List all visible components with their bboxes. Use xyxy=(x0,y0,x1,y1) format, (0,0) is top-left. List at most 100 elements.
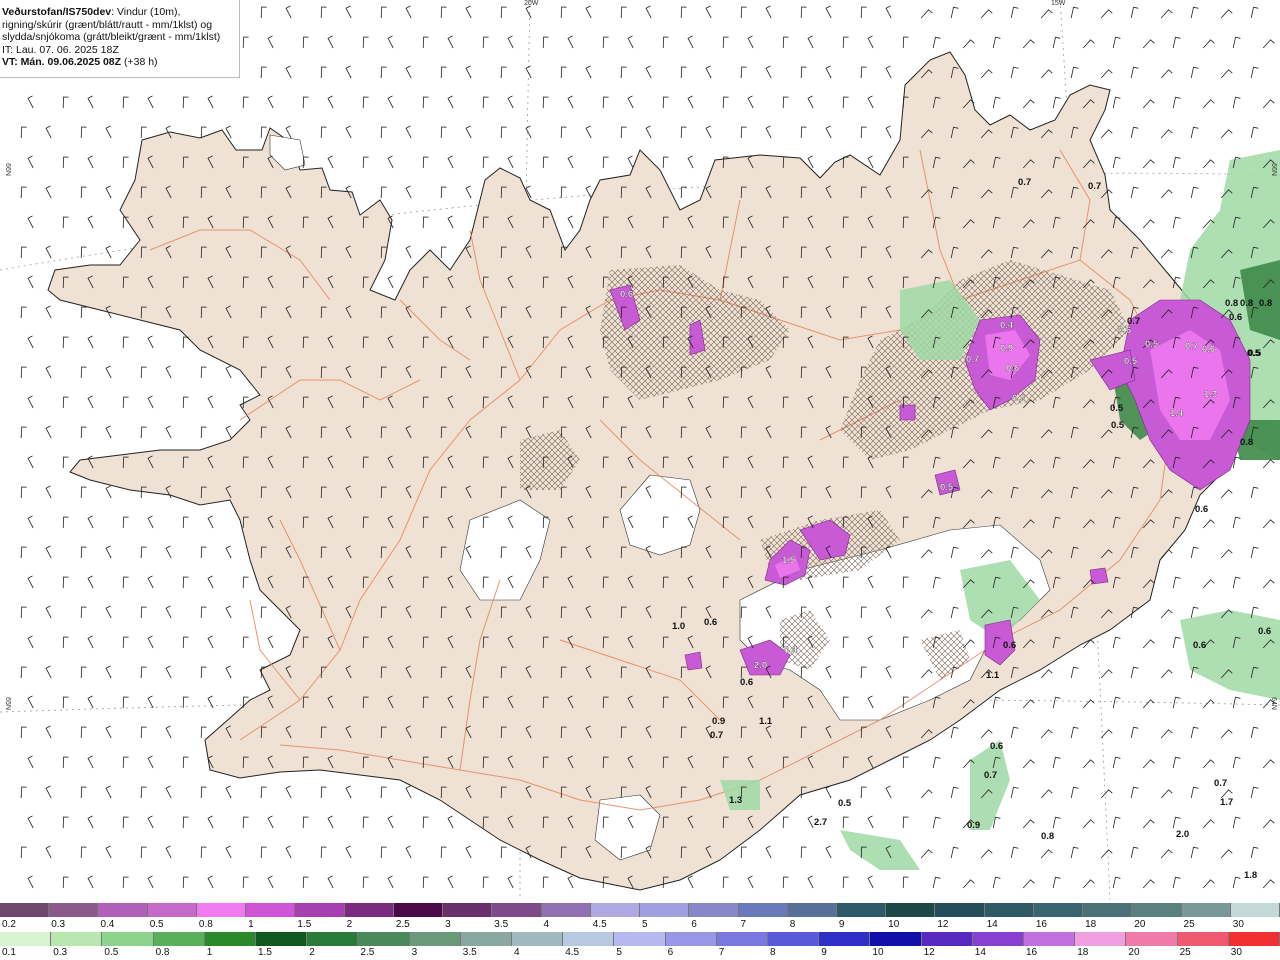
legend-swatch xyxy=(787,903,837,917)
legend-swatch xyxy=(935,903,985,917)
precip-value-label: 0.8 xyxy=(1259,298,1272,309)
legend-tick-label: 3.5 xyxy=(494,919,509,930)
precip-value-label: 1.7 xyxy=(1220,797,1233,808)
precip-value-label: 0.9 xyxy=(967,820,980,831)
legend-swatch xyxy=(689,903,739,917)
header-valid-time: VT: Mán. 09.06.2025 08Z xyxy=(2,56,122,68)
precip-value-label: 1.3 xyxy=(1204,389,1217,400)
grid-label-15w: 15W xyxy=(1051,0,1066,7)
precip-value-label: 0.7 xyxy=(1088,181,1101,192)
legend-tick-label: 16 xyxy=(1035,919,1047,930)
legend-swatch xyxy=(870,932,922,946)
legend-swatch xyxy=(819,932,871,946)
precip-value-label: 0.7 xyxy=(1214,778,1227,789)
legend-swatch xyxy=(563,932,615,946)
legend-tick-label: 18 xyxy=(1077,947,1089,958)
legend-swatch xyxy=(541,903,591,917)
legend-tick-label: 7 xyxy=(740,919,747,930)
precip-value-label: 0.7 xyxy=(1018,177,1031,188)
legend-swatch xyxy=(921,932,973,946)
precip-value-label: 1.4 xyxy=(1170,408,1184,419)
precip-value-label: 0.5 xyxy=(940,482,954,493)
legend-tick-label: 2 xyxy=(346,919,353,930)
legend-tick-label: 3 xyxy=(411,947,418,958)
precip-value-label: 0.7 xyxy=(710,730,723,741)
legend-swatch xyxy=(614,932,666,946)
legend-swatch xyxy=(98,903,148,917)
legend-tick-label: 30 xyxy=(1230,947,1242,958)
legend-swatch xyxy=(512,932,564,946)
legend-tick-label: 8 xyxy=(770,947,776,958)
legend-tick-label: 2 xyxy=(309,947,315,958)
legend-tick-label: 4.5 xyxy=(592,919,607,930)
precip-value-label: 0.6 xyxy=(1202,344,1215,355)
precip-value-label: 0.7 xyxy=(984,770,997,781)
precip-value-label: 0.8 xyxy=(1240,437,1253,448)
legend-swatch xyxy=(640,903,690,917)
legend-tick-label: 10 xyxy=(872,947,884,958)
legend-swatch xyxy=(204,932,257,946)
precip-value-label: 0.6 xyxy=(1006,363,1019,374)
legend-swatch xyxy=(393,903,444,917)
precip-value-label: 2.7 xyxy=(814,817,827,828)
legend-tick-label: 0.5 xyxy=(104,947,119,958)
legend-swatch xyxy=(972,932,1025,946)
precip-value-label: 0.7 xyxy=(966,354,979,365)
legend-swatch xyxy=(836,903,887,917)
legend-swatch xyxy=(1177,932,1229,946)
legend-swatch xyxy=(0,903,50,917)
precip-value-label: 0.6 xyxy=(990,741,1003,752)
legend-swatch xyxy=(768,932,820,946)
legend-tick-label: 0.3 xyxy=(53,947,68,958)
header-init-time: IT: Lau. 07. 06. 2025 18Z xyxy=(2,43,119,56)
legend-swatch xyxy=(295,903,345,917)
legend-swatch xyxy=(492,903,542,917)
legend-tick-label: 12 xyxy=(923,947,935,958)
legend-swatch xyxy=(153,932,205,946)
legend-swatch xyxy=(460,932,513,946)
precip-value-label: 0.6 xyxy=(1195,504,1208,515)
legend-tick-label: 1 xyxy=(206,947,213,958)
legend-snow-labels: 0.2 0.3 0.4 0.5 0.8 1 1.5 2 2.5 3 3.5 4 4.5 5 6 7 8 9 10 12… xyxy=(0,919,1280,931)
legend-tick-label: 25 xyxy=(1183,919,1195,930)
grid-label-64n-right: 64N xyxy=(1269,697,1277,710)
legend-tick-label: 14 xyxy=(986,919,998,930)
precip-value-label: 0.6 xyxy=(1229,312,1242,323)
legend-tick-label: 1.5 xyxy=(297,919,312,930)
legend-tick-label: 16 xyxy=(1026,947,1038,958)
grid-label-66n-right: 66N xyxy=(1269,163,1277,176)
legend-swatch xyxy=(1181,903,1231,917)
legend-swatch xyxy=(246,903,296,917)
legend-swatch xyxy=(1033,903,1084,917)
legend-swatch xyxy=(1083,903,1133,917)
legend-swatch xyxy=(716,932,769,946)
legend-swatch xyxy=(344,903,394,917)
precip-value-label: 1.1 xyxy=(986,670,1000,681)
legend-swatch xyxy=(51,932,103,946)
legend-snow-colorbar xyxy=(0,903,1280,917)
precip-value-label: 0.6 xyxy=(1258,626,1271,637)
precip-value-label: 0.9 xyxy=(1000,343,1013,354)
precip-value-label: 0.6 xyxy=(1012,393,1025,404)
precip-value-label: 0.5 xyxy=(1124,356,1138,367)
legend-tick-label: 7 xyxy=(718,947,725,958)
precip-value-label: 0.9 xyxy=(712,716,725,727)
precip-value-label: 0.4 xyxy=(1000,320,1014,331)
legend-swatch xyxy=(1024,932,1076,946)
legend-tick-label: 5 xyxy=(616,947,622,958)
precip-value-label: 1.5 xyxy=(782,555,796,566)
legend-tick-label: 0.2 xyxy=(2,919,16,930)
legend-tick-label: 3.5 xyxy=(462,947,477,958)
legend-swatch xyxy=(256,932,308,946)
header-line-3: slydda/snjókoma (grátt/bleikt/grænt - mm… xyxy=(2,31,221,43)
legend-tick-label: 12 xyxy=(937,919,949,930)
legend-tick-label: 0.3 xyxy=(51,919,66,930)
weather-map: 0.7 0.70.60.40.90.70.60.60.50.50.70.50.80… xyxy=(0,0,1280,900)
legend-swatch xyxy=(886,903,936,917)
legend-swatch xyxy=(1126,932,1178,946)
legend-swatch xyxy=(984,903,1034,917)
precip-value-label: 0.6 xyxy=(740,677,753,688)
legend-swatch xyxy=(196,903,247,917)
legend-tick-label: 0.8 xyxy=(155,947,170,958)
legend-swatch xyxy=(1228,932,1280,946)
